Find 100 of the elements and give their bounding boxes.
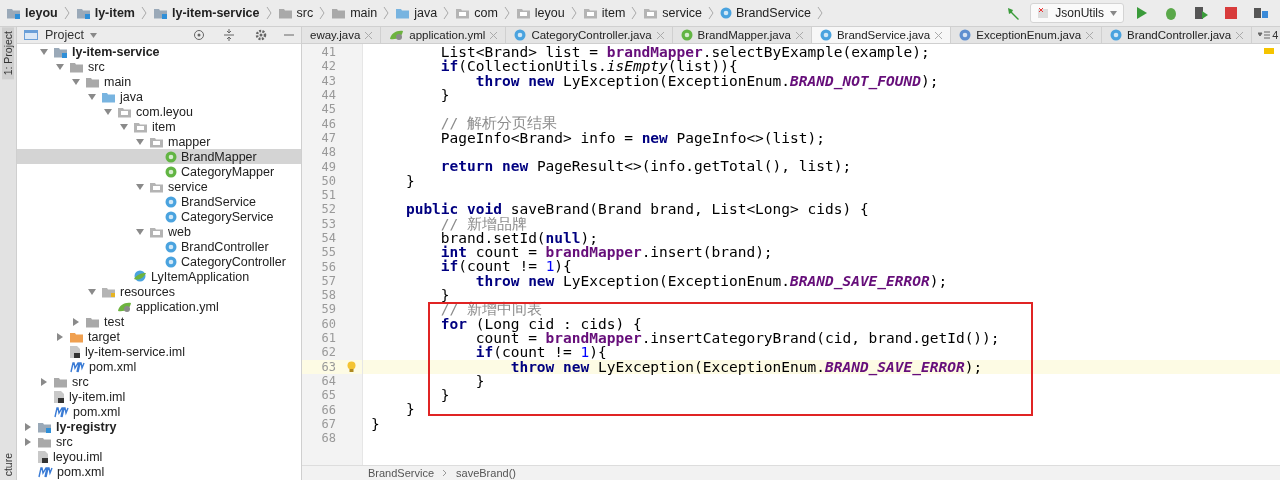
breadcrumb-item[interactable]: BrandService [719,6,811,20]
collapse-arrow-icon[interactable] [55,331,65,342]
line-number: 58 [320,288,336,303]
tree-item[interactable]: java [17,89,301,104]
tree-item[interactable]: LyItemApplication [17,269,301,284]
breadcrumb-item[interactable]: service [643,6,702,20]
tree-item[interactable]: pom.xml [17,464,301,479]
tree-item[interactable]: src [17,434,301,449]
warning-marker [1264,48,1274,54]
close-icon[interactable] [365,31,373,39]
tree-item[interactable]: src [17,59,301,74]
breadcrumb-item[interactable]: java [395,6,438,20]
tree-item[interactable]: BrandMapper [17,149,301,164]
tree-item[interactable]: resources [17,284,301,299]
tree-item[interactable]: test [17,314,301,329]
expand-arrow-icon[interactable] [39,46,49,57]
stop-icon[interactable] [1223,5,1239,21]
line-number: 47 [320,130,336,145]
folder-icon [331,7,347,19]
close-icon[interactable] [1236,31,1244,39]
editor-tab[interactable]: eway.java [302,27,382,43]
code-line: } [371,416,380,431]
tree-item[interactable]: pom.xml [17,404,301,419]
editor-tab[interactable]: BrandMapper.java [672,27,812,43]
project-structure-icon[interactable] [1253,5,1269,21]
editor-tab[interactable]: application.yml [381,27,507,43]
collapse-arrow-icon[interactable] [71,316,81,327]
breadcrumb-item[interactable]: BrandService [368,467,435,479]
package-folder-icon [515,7,531,19]
collapse-arrow-icon[interactable] [23,421,33,432]
expand-arrow-icon[interactable] [71,76,81,87]
code-line: } [439,87,450,103]
tree-item[interactable]: BrandController [17,239,301,254]
breadcrumb-item[interactable]: leyou [515,6,565,20]
expand-arrow-icon[interactable] [87,286,97,297]
line-number: 51 [320,188,336,203]
tree-item[interactable]: ly-item-service.iml [17,344,301,359]
close-icon[interactable] [795,31,803,39]
tab-overflow-button[interactable]: 4 [1252,27,1280,43]
breadcrumb-item[interactable]: ly-item-service [152,6,260,20]
editor-tab[interactable]: BrandController.java [1102,27,1253,43]
tree-item[interactable]: service [17,179,301,194]
project-view-dropdown[interactable]: Project [45,28,84,42]
tree-item[interactable]: item [17,119,301,134]
tree-item[interactable]: com.leyou [17,104,301,119]
line-number: 59 [320,302,336,317]
editor-tab[interactable]: BrandService.java [811,27,952,43]
close-icon[interactable] [935,31,943,39]
lightbulb-icon[interactable] [346,360,357,373]
tree-item[interactable]: ly-registry [17,419,301,434]
tree-item[interactable]: ly-item-service [17,44,301,59]
tree-item[interactable]: web [17,224,301,239]
package-folder-icon [117,105,132,118]
settings-icon[interactable] [255,29,267,41]
editor-tab[interactable]: CategoryController.java [506,27,673,43]
locate-icon[interactable] [193,29,205,41]
close-icon[interactable] [1086,31,1094,39]
tree-item[interactable]: src [17,374,301,389]
tree-item[interactable]: leyou.iml [17,449,301,464]
run-configuration-dropdown[interactable]: JsonUtils [1030,3,1124,23]
collapse-arrow-icon[interactable] [23,436,33,447]
editor-tab[interactable]: ExceptionEnum.java [951,27,1103,43]
expand-arrow-icon[interactable] [55,61,65,72]
structure-tool-tab[interactable]: cture [2,448,14,480]
folder-icon [69,60,84,73]
expand-arrow-icon[interactable] [87,91,97,102]
tree-item[interactable]: mapper [17,134,301,149]
breadcrumb-item[interactable]: ly-item [75,6,135,20]
breadcrumb-item[interactable]: com [455,6,498,20]
close-icon[interactable] [656,31,664,39]
tree-item[interactable]: CategoryService [17,209,301,224]
tree-item[interactable]: application.yml [17,299,301,314]
expand-arrow-icon[interactable] [119,121,129,132]
close-icon[interactable] [490,31,498,39]
tree-item[interactable]: main [17,74,301,89]
tree-item[interactable]: target [17,329,301,344]
breadcrumb-item[interactable]: item [582,6,626,20]
expand-arrow-icon[interactable] [135,226,145,237]
line-number: 49 [320,159,336,174]
breadcrumb-item[interactable]: leyou [6,6,58,20]
tree-item[interactable]: BrandService [17,194,301,209]
tree-item[interactable]: CategoryMapper [17,164,301,179]
expand-arrow-icon[interactable] [103,106,113,117]
collapse-all-icon[interactable] [223,29,235,41]
breadcrumb-item[interactable]: saveBrand() [456,467,516,479]
breadcrumb-item[interactable]: main [331,6,378,20]
tree-item[interactable]: pom.xml [17,359,301,374]
expand-arrow-icon[interactable] [135,181,145,192]
tree-item[interactable]: ly-item.iml [17,389,301,404]
tree-item[interactable]: CategoryController [17,254,301,269]
breadcrumb-item[interactable]: src [277,6,314,20]
coverage-icon[interactable] [1193,5,1209,21]
interface-icon [165,165,177,178]
collapse-arrow-icon[interactable] [39,376,49,387]
class-icon [514,29,527,41]
project-tool-tab[interactable]: 1: Project [2,27,14,80]
line-number: 66 [320,402,336,417]
file-icon [37,449,49,464]
code-line: int count = brandMapper.insert(brand); [439,245,773,260]
expand-arrow-icon[interactable] [135,136,145,147]
